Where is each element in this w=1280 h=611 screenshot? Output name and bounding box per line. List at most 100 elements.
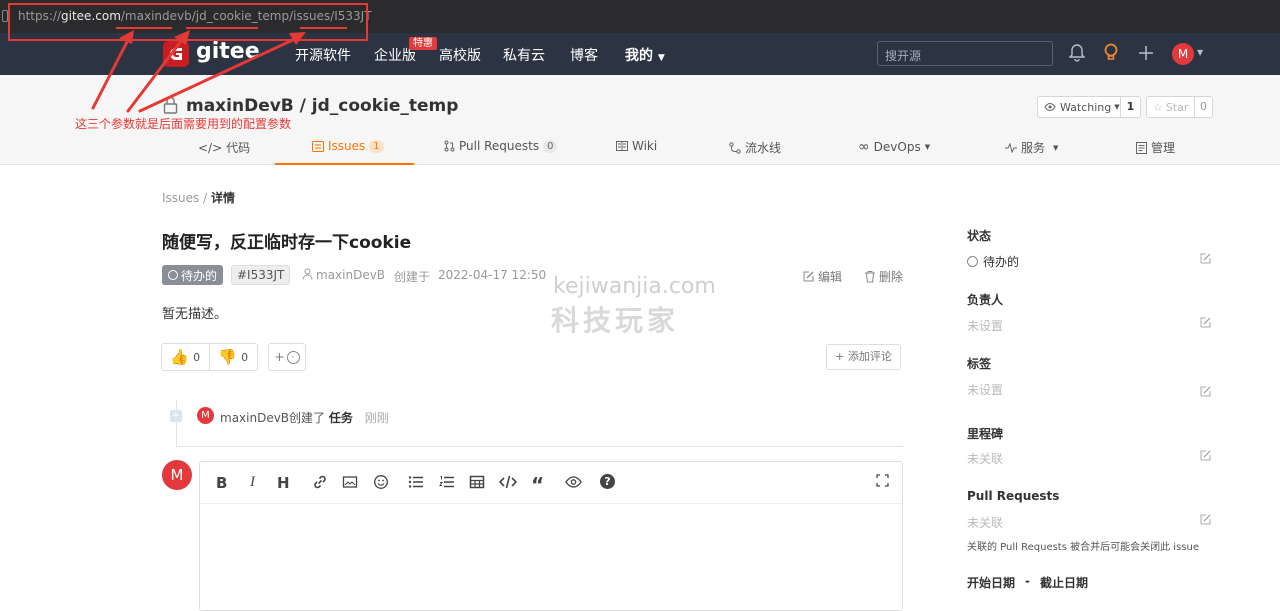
delete-issue-button[interactable]: 删除: [864, 268, 903, 285]
eye-icon: [1044, 102, 1056, 112]
wiki-icon: [616, 141, 628, 151]
tab-code-label: 代码: [226, 141, 251, 155]
quote-icon[interactable]: “: [531, 474, 547, 496]
watch-label: Watching: [1060, 100, 1112, 114]
chevron-down-icon: ▼: [924, 143, 931, 151]
thumbs-down-button[interactable]: 👎 0: [210, 344, 258, 370]
help-icon[interactable]: ?: [600, 474, 615, 489]
edit-assignee-icon[interactable]: [1199, 316, 1212, 329]
sidebar-labels-value: 未设置: [967, 383, 1004, 397]
numbered-list-icon[interactable]: [439, 474, 455, 490]
tab-pull-requests[interactable]: Pull Requests 0: [444, 139, 558, 153]
status-label: 待办的: [181, 268, 218, 283]
tab-pipeline-label: 流水线: [745, 141, 782, 155]
tab-wiki[interactable]: Wiki: [616, 139, 657, 153]
comment-editor[interactable]: [199, 461, 903, 611]
tab-devops-label: DevOps: [873, 140, 921, 154]
issue-created-label: 创建于: [394, 270, 431, 284]
timeline-event: maxinDevB创建了 任务 刚刚: [220, 409, 389, 426]
timeline-expand-icon[interactable]: +: [170, 410, 182, 422]
timeline-user[interactable]: maxinDevB: [220, 411, 289, 425]
sidebar-milestone-title: 里程碑: [967, 427, 1004, 441]
start-date-label: 开始日期: [967, 576, 1016, 590]
table-icon[interactable]: [469, 474, 485, 490]
tab-issues-count: 1: [369, 139, 384, 153]
tab-issues-active-underline: [275, 163, 414, 165]
nav-blog[interactable]: 博客: [570, 45, 598, 65]
add-reaction-button[interactable]: + ᵕ: [268, 343, 306, 371]
thumbs-up-icon: 👍: [170, 348, 190, 366]
thumbs-down-icon: 👎: [218, 348, 238, 366]
lightbulb-icon[interactable]: [1103, 43, 1119, 63]
reaction-group: 👍 0 👎 0: [161, 343, 258, 371]
emoji-icon[interactable]: [373, 474, 389, 490]
thumbs-up-button[interactable]: 👍 0: [162, 344, 210, 370]
tab-pr-label: Pull Requests: [459, 139, 540, 153]
search-input[interactable]: 搜开源: [877, 41, 1053, 66]
edit-milestone-icon[interactable]: [1199, 449, 1212, 462]
author-icon: [302, 268, 313, 280]
tab-devops[interactable]: ∞ DevOps ▼: [858, 139, 930, 155]
watch-button[interactable]: Watching ▼ 1: [1037, 96, 1141, 118]
issue-id-badge[interactable]: #I533JT: [231, 265, 291, 285]
fullscreen-icon[interactable]: [876, 474, 892, 490]
annotation-arrows: [91, 30, 306, 113]
editor-toolbar-divider: [200, 503, 902, 504]
tab-pipeline[interactable]: 流水线: [729, 139, 781, 156]
edit-status-icon[interactable]: [1199, 252, 1212, 265]
timeline-avatar[interactable]: M: [197, 407, 214, 424]
plus-icon[interactable]: [1138, 45, 1154, 61]
sidebar-assignee-title: 负责人: [967, 293, 1004, 307]
sidebar-assignee-value: 未设置: [967, 319, 1004, 333]
tab-manage-label: 管理: [1151, 141, 1176, 155]
nav-mine[interactable]: 我的 ▼: [625, 45, 665, 65]
bullet-list-icon[interactable]: [408, 474, 424, 490]
italic-icon[interactable]: I: [250, 474, 266, 490]
timeline-line: [176, 400, 177, 446]
sidebar-status-value[interactable]: 待办的: [967, 253, 1019, 270]
editor-avatar[interactable]: M: [162, 460, 192, 490]
issue-author[interactable]: maxinDevB: [316, 268, 385, 282]
edit-labels-icon[interactable]: [1199, 385, 1212, 398]
pulse-icon: [1005, 142, 1017, 153]
tab-wiki-label: Wiki: [632, 139, 658, 153]
sidebar-pr-value: 未关联: [967, 516, 1004, 530]
breadcrumb: Issues / 详情: [162, 189, 235, 206]
tab-issues[interactable]: Issues 1: [312, 139, 384, 153]
status-badge[interactable]: 待办的: [162, 265, 224, 285]
add-comment-button[interactable]: + 添加评论: [826, 344, 901, 370]
link-icon[interactable]: [312, 474, 328, 490]
edit-pr-icon[interactable]: [1199, 513, 1212, 526]
preview-icon[interactable]: [565, 474, 582, 490]
infinity-icon: ∞: [858, 139, 870, 155]
status-circle-icon: [168, 270, 178, 280]
edit-label: 编辑: [818, 270, 843, 284]
star-icon: ☆: [1153, 100, 1163, 114]
star-label: Star: [1165, 100, 1189, 114]
edit-issue-button[interactable]: 编辑: [802, 268, 842, 285]
bold-icon[interactable]: B: [216, 474, 232, 492]
trash-icon: [864, 270, 876, 283]
heading-icon[interactable]: H: [277, 474, 293, 492]
tab-code[interactable]: </> 代码: [198, 139, 250, 156]
star-button[interactable]: ☆ Star 0: [1146, 96, 1213, 118]
issues-icon: [312, 140, 324, 152]
chevron-down-icon: ▼: [1053, 143, 1059, 152]
breadcrumb-issues-link[interactable]: Issues: [162, 191, 199, 205]
user-avatar[interactable]: M: [1172, 43, 1194, 65]
annotation-note: 这三个参数就是后面需要用到的配置参数: [75, 117, 292, 131]
code-icon[interactable]: [499, 474, 517, 490]
notification-bell-icon[interactable]: [1069, 44, 1085, 62]
star-count: 0: [1194, 97, 1212, 117]
sidebar-pr-note: 关联的 Pull Requests 被合并后可能会关闭此 issue: [967, 542, 1199, 553]
tab-services[interactable]: 服务 ▼: [1005, 139, 1058, 156]
nav-mine-label: 我的: [625, 48, 653, 64]
issue-created-time: 2022-04-17 12:50: [438, 268, 547, 282]
end-date-label: 截止日期: [1040, 576, 1089, 590]
image-icon[interactable]: [342, 474, 358, 490]
tab-manage[interactable]: 管理: [1136, 139, 1175, 156]
nav-university[interactable]: 高校版: [439, 45, 481, 65]
nav-private-cloud[interactable]: 私有云: [503, 45, 545, 65]
issue-title: 随便写，反正临时存一下cookie: [162, 233, 412, 253]
avatar-chevron-down-icon[interactable]: ▼: [1197, 48, 1203, 57]
